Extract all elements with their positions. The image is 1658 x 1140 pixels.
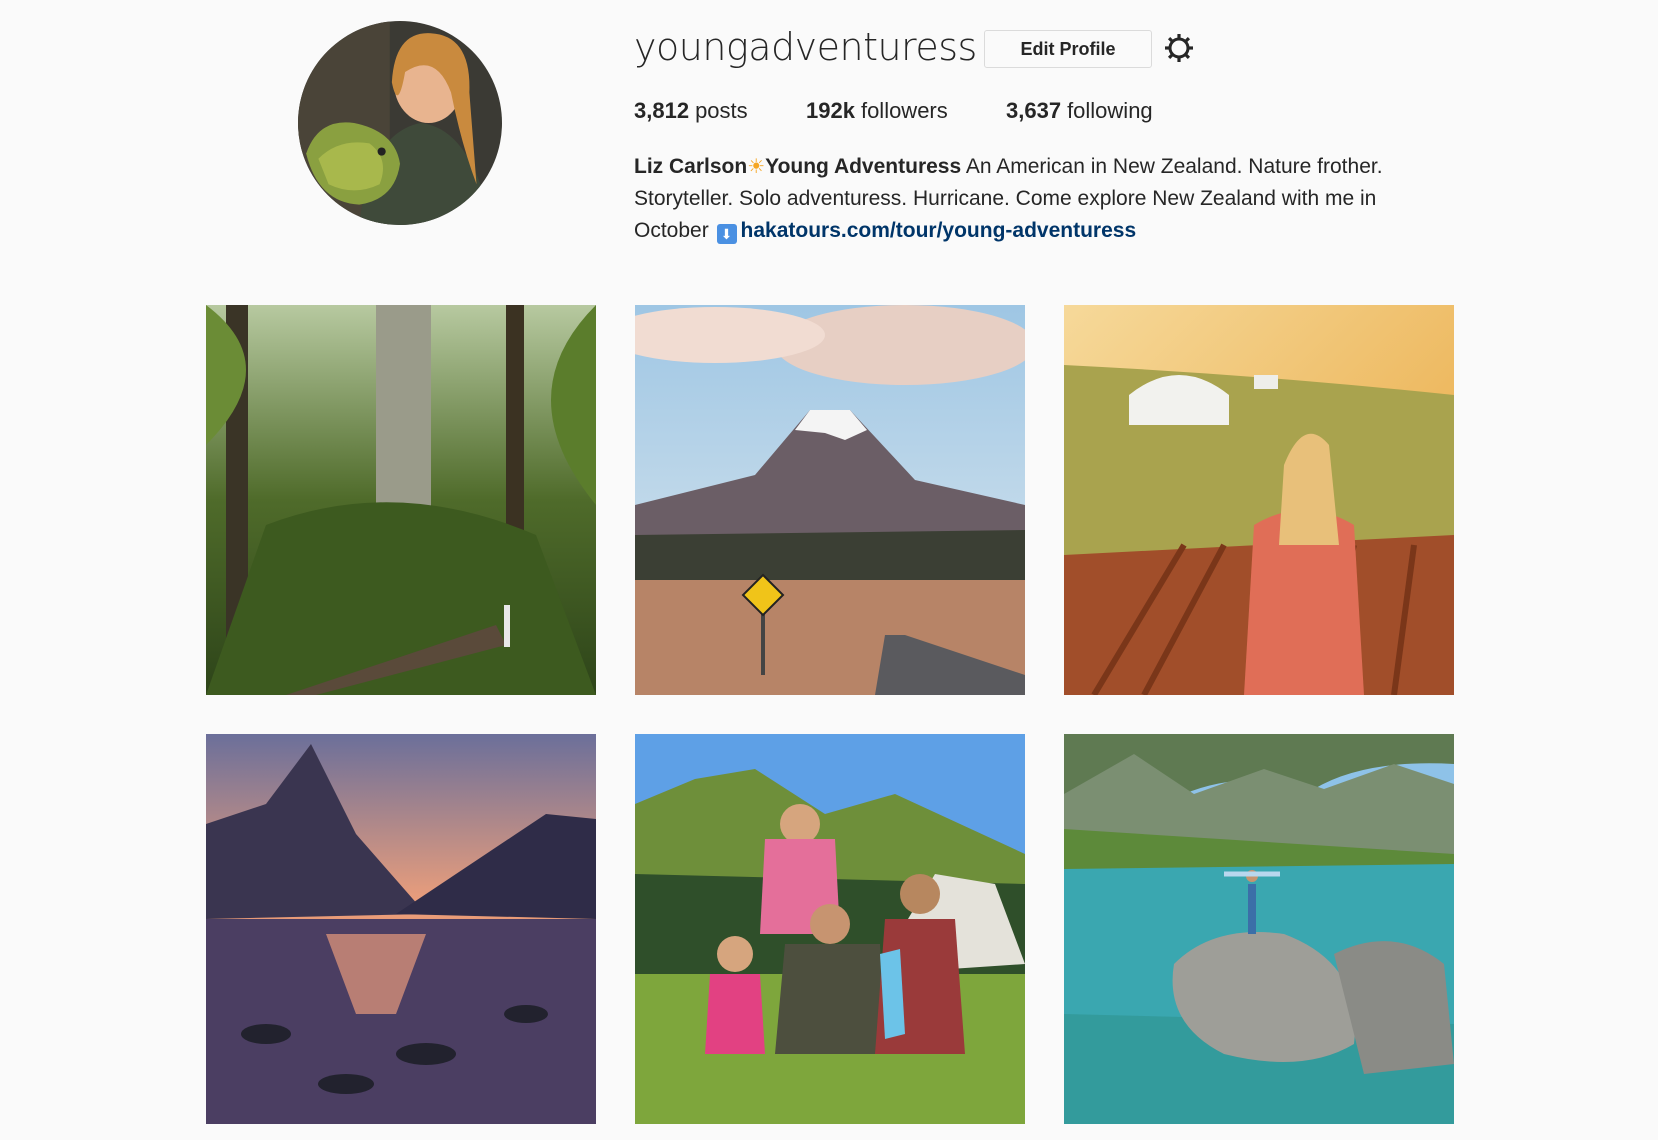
following-stat[interactable]: 3,637 following (1006, 96, 1153, 126)
username: youngadventuress (634, 25, 977, 69)
down-arrow-icon: ⬇ (716, 224, 737, 244)
post-volcano-road[interactable] (635, 305, 1025, 695)
sun-emoji: ☀ (747, 156, 766, 178)
profile-stats: 3,812 posts 192k followers 3,637 followi… (634, 96, 1153, 126)
profile-avatar[interactable] (298, 21, 502, 225)
posts-stat: 3,812 posts (634, 96, 806, 126)
edit-profile-button[interactable]: Edit Profile (984, 30, 1152, 68)
gear-icon[interactable] (1162, 31, 1196, 65)
post-forest[interactable] (206, 305, 596, 695)
post-lake[interactable] (1064, 734, 1454, 1124)
post-yurt-swing[interactable] (1064, 305, 1454, 695)
post-family[interactable] (635, 734, 1025, 1124)
profile-bio: Liz Carlson☀Young Adventuress An America… (634, 151, 1454, 247)
followers-label[interactable]: followers (861, 96, 948, 126)
full-name: Liz Carlson☀Young Adventuress (634, 155, 961, 178)
followers-count[interactable]: 192k (806, 96, 855, 126)
followers-stat[interactable]: 192k followers (806, 96, 1006, 126)
following-count[interactable]: 3,637 (1006, 96, 1061, 126)
full-name-second: Young Adventuress (765, 155, 962, 178)
full-name-first: Liz Carlson (634, 155, 748, 178)
posts-label: posts (695, 98, 748, 123)
bio-link[interactable]: hakatours.com/tour/young-adventuress (741, 219, 1137, 242)
following-label[interactable]: following (1067, 96, 1153, 126)
posts-count: 3,812 (634, 98, 690, 123)
post-fiord-sunset[interactable] (206, 734, 596, 1124)
